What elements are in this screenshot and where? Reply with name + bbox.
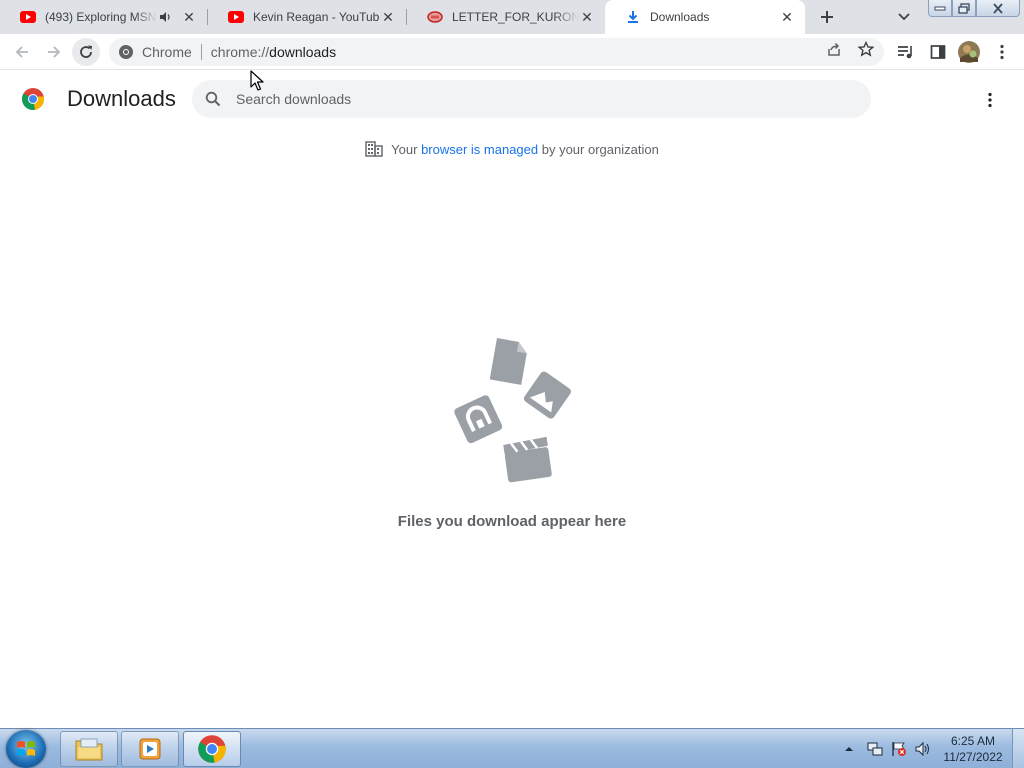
- browser-managed-link[interactable]: browser is managed: [421, 142, 538, 157]
- new-tab-button[interactable]: [815, 5, 839, 29]
- chrome-menu-button[interactable]: [990, 40, 1014, 64]
- close-icon: [993, 2, 1003, 14]
- plus-icon: [821, 11, 833, 23]
- page-title: Downloads: [67, 86, 176, 111]
- managed-prefix: Your: [391, 141, 422, 157]
- tab-letter-for-kurone[interactable]: LETTER_FOR_KURONE.do ✕: [407, 0, 605, 34]
- kebab-menu-icon: [1000, 44, 1004, 60]
- arrow-right-icon: [48, 46, 61, 58]
- media-controls-button[interactable]: [894, 40, 918, 64]
- folder-icon: [75, 738, 103, 761]
- restore-window-button[interactable]: [952, 0, 976, 17]
- document-illustration-icon: [489, 338, 527, 385]
- share-button[interactable]: [825, 40, 843, 58]
- profile-avatar-button[interactable]: [957, 40, 981, 64]
- windows-taskbar: 6:25 AM 11/27/2022: [0, 728, 1024, 768]
- close-tab-icon[interactable]: ✕: [380, 9, 396, 25]
- app-illustration-icon: [454, 395, 503, 444]
- minimize-icon: [934, 6, 946, 11]
- empty-downloads-message: Files you download appear here: [397, 513, 627, 530]
- youtube-icon: [228, 9, 244, 25]
- downloads-menu-button[interactable]: [978, 88, 1002, 112]
- tab-kevin-reagan[interactable]: Kevin Reagan - YouTube ✕: [208, 0, 406, 34]
- notification-area: [842, 733, 932, 765]
- omnibox-divider: [200, 44, 202, 60]
- clock-time: 6:25 AM: [950, 734, 996, 748]
- back-button[interactable]: [10, 40, 34, 64]
- restore-icon: [958, 2, 970, 14]
- search-bar[interactable]: [192, 80, 871, 118]
- forward-button[interactable]: [42, 40, 66, 64]
- chrome-logo-icon: [21, 87, 45, 116]
- tab-title: Kevin Reagan - YouTube: [253, 10, 380, 24]
- action-center-flag-icon[interactable]: [890, 740, 908, 758]
- kebab-menu-icon: [988, 92, 992, 108]
- mouse-cursor-icon: [250, 70, 264, 91]
- share-icon: [828, 42, 840, 56]
- video-illustration-icon: [503, 436, 552, 483]
- managed-browser-notice: Your browser is managed by your organiza…: [0, 139, 1024, 159]
- close-tab-icon[interactable]: ✕: [181, 9, 197, 25]
- empty-downloads-illustration: [454, 338, 571, 483]
- close-window-button[interactable]: [976, 0, 1020, 17]
- tab-title: Downloads: [650, 10, 710, 24]
- tab-search-button[interactable]: [893, 6, 915, 28]
- image-illustration-icon: [523, 371, 571, 419]
- taskbar-media-player[interactable]: [121, 731, 179, 767]
- managed-suffix: by your organization: [538, 141, 659, 157]
- windows-logo-icon: [17, 741, 35, 756]
- taskbar-chrome[interactable]: [183, 731, 241, 767]
- document-icon: [427, 9, 443, 25]
- youtube-icon: [20, 9, 36, 25]
- downloads-header: Downloads: [0, 71, 1024, 127]
- show-desktop-button[interactable]: [1012, 729, 1024, 768]
- search-icon: [204, 90, 222, 108]
- tab-title: LETTER_FOR_KURONE.do: [452, 10, 579, 24]
- media-player-icon: [139, 738, 161, 760]
- tab-title: (493) Exploring MSN: [45, 10, 157, 24]
- start-button[interactable]: [6, 730, 46, 768]
- bookmark-button[interactable]: [857, 40, 875, 58]
- tab-downloads[interactable]: Downloads ✕: [605, 0, 805, 34]
- minimize-window-button[interactable]: [928, 0, 952, 17]
- search-downloads-input[interactable]: [236, 91, 836, 107]
- network-icon[interactable]: [866, 740, 884, 758]
- download-icon: [625, 9, 641, 25]
- url-path: downloads: [269, 44, 337, 60]
- omnibox-chip: Chrome: [142, 44, 192, 60]
- speaker-icon[interactable]: [157, 9, 173, 25]
- building-icon: [365, 141, 383, 157]
- tab-strip: (493) Exploring MSN ✕ Kevin Reagan - You…: [0, 0, 1024, 34]
- side-panel-button[interactable]: [926, 40, 950, 64]
- url-scheme: chrome://: [210, 44, 270, 60]
- close-tab-icon[interactable]: ✕: [579, 9, 595, 25]
- show-hidden-icons-icon[interactable]: [842, 742, 856, 756]
- taskbar-explorer[interactable]: [60, 731, 118, 767]
- tab-exploring-msn[interactable]: (493) Exploring MSN ✕: [0, 0, 207, 34]
- chrome-icon: [198, 735, 226, 763]
- close-tab-icon[interactable]: ✕: [779, 9, 795, 25]
- volume-icon[interactable]: [914, 740, 932, 758]
- side-panel-icon: [930, 45, 946, 59]
- star-icon: [858, 41, 874, 57]
- reload-icon: [80, 45, 92, 58]
- arrow-left-icon: [15, 46, 28, 58]
- avatar: [958, 41, 980, 63]
- system-clock[interactable]: 6:25 AM 11/27/2022: [940, 733, 1006, 765]
- reload-button[interactable]: [72, 38, 100, 66]
- media-queue-icon: [898, 46, 912, 59]
- chrome-page-icon: [119, 45, 133, 59]
- clock-date: 11/27/2022: [943, 750, 1003, 764]
- chevron-down-icon: [898, 13, 910, 21]
- omnibox[interactable]: Chrome chrome://downloads: [109, 38, 884, 66]
- browser-toolbar: Chrome chrome://downloads: [0, 34, 1024, 70]
